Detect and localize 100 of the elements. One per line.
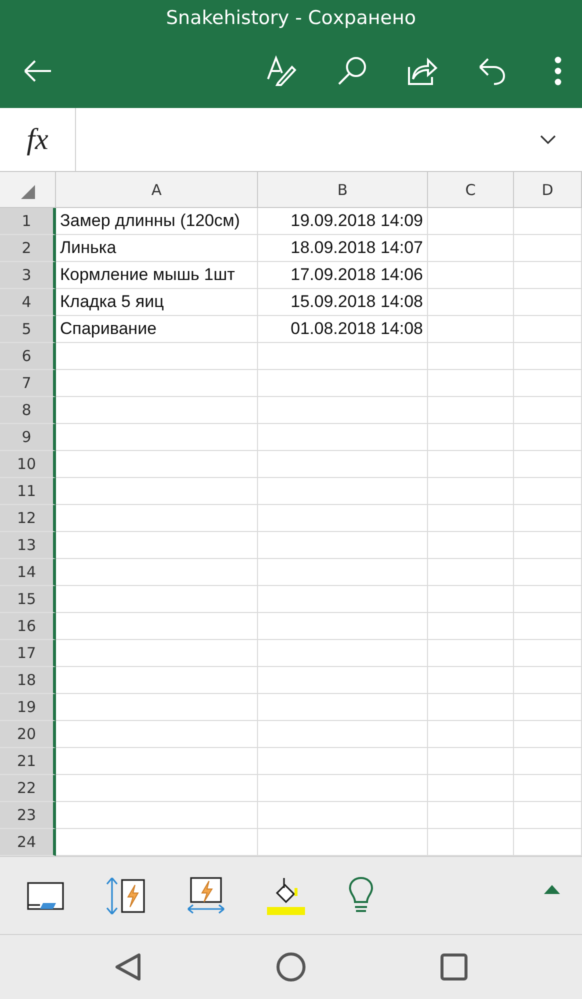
back-triangle-icon[interactable] bbox=[114, 952, 142, 982]
empty-cell[interactable] bbox=[428, 343, 514, 370]
empty-cell[interactable] bbox=[428, 424, 514, 451]
row-header[interactable]: 3 bbox=[0, 262, 56, 289]
table-cell[interactable]: Замер длинны (120см) bbox=[56, 208, 258, 235]
empty-cell[interactable] bbox=[428, 478, 514, 505]
empty-cell[interactable] bbox=[514, 775, 582, 802]
row-header[interactable]: 14 bbox=[0, 559, 56, 586]
row-header[interactable]: 23 bbox=[0, 802, 56, 829]
table-cell[interactable]: Кормление мышь 1шт bbox=[56, 262, 258, 289]
empty-cell[interactable] bbox=[514, 586, 582, 613]
empty-cell[interactable] bbox=[514, 316, 582, 343]
row-header[interactable]: 1 bbox=[0, 208, 56, 235]
row-header[interactable]: 16 bbox=[0, 613, 56, 640]
empty-cell[interactable] bbox=[428, 451, 514, 478]
row-header[interactable]: 12 bbox=[0, 505, 56, 532]
empty-cell[interactable] bbox=[514, 262, 582, 289]
empty-cell[interactable] bbox=[428, 721, 514, 748]
empty-cell[interactable] bbox=[258, 721, 428, 748]
recents-square-icon[interactable] bbox=[440, 953, 468, 981]
empty-cell[interactable] bbox=[258, 586, 428, 613]
empty-cell[interactable] bbox=[514, 235, 582, 262]
row-header[interactable]: 21 bbox=[0, 748, 56, 775]
empty-cell[interactable] bbox=[428, 613, 514, 640]
empty-cell[interactable] bbox=[258, 424, 428, 451]
empty-cell[interactable] bbox=[514, 370, 582, 397]
table-cell[interactable]: 18.09.2018 14:07 bbox=[258, 235, 428, 262]
table-cell[interactable]: 01.08.2018 14:08 bbox=[258, 316, 428, 343]
column-header[interactable]: A bbox=[56, 172, 258, 207]
empty-cell[interactable] bbox=[514, 289, 582, 316]
empty-cell[interactable] bbox=[428, 802, 514, 829]
row-header[interactable]: 19 bbox=[0, 694, 56, 721]
empty-cell[interactable] bbox=[258, 370, 428, 397]
empty-cell[interactable] bbox=[428, 775, 514, 802]
empty-cell[interactable] bbox=[428, 262, 514, 289]
empty-cell[interactable] bbox=[514, 343, 582, 370]
table-cell[interactable]: 19.09.2018 14:09 bbox=[258, 208, 428, 235]
empty-cell[interactable] bbox=[258, 613, 428, 640]
empty-cell[interactable] bbox=[258, 748, 428, 775]
empty-cell[interactable] bbox=[428, 694, 514, 721]
more-menu-icon[interactable] bbox=[554, 54, 562, 86]
table-cell[interactable]: Кладка 5 яиц bbox=[56, 289, 258, 316]
empty-cell[interactable] bbox=[514, 802, 582, 829]
empty-cell[interactable] bbox=[258, 532, 428, 559]
empty-cell[interactable] bbox=[428, 559, 514, 586]
empty-cell[interactable] bbox=[258, 505, 428, 532]
empty-cell[interactable] bbox=[514, 613, 582, 640]
row-header[interactable]: 2 bbox=[0, 235, 56, 262]
column-header[interactable]: C bbox=[428, 172, 514, 207]
empty-cell[interactable] bbox=[258, 343, 428, 370]
row-header[interactable]: 24 bbox=[0, 829, 56, 856]
row-header[interactable]: 17 bbox=[0, 640, 56, 667]
empty-cell[interactable] bbox=[428, 370, 514, 397]
empty-cell[interactable] bbox=[514, 721, 582, 748]
select-all-triangle-icon[interactable] bbox=[20, 185, 34, 199]
empty-cell[interactable] bbox=[514, 694, 582, 721]
empty-cell[interactable] bbox=[514, 640, 582, 667]
empty-cell[interactable] bbox=[428, 316, 514, 343]
empty-cell[interactable] bbox=[514, 478, 582, 505]
row-header[interactable]: 9 bbox=[0, 424, 56, 451]
function-label[interactable]: fx bbox=[0, 108, 76, 171]
row-header[interactable]: 6 bbox=[0, 343, 56, 370]
table-cell[interactable]: Спаривание bbox=[56, 316, 258, 343]
empty-cell[interactable] bbox=[258, 559, 428, 586]
empty-cell[interactable] bbox=[514, 667, 582, 694]
row-header[interactable]: 22 bbox=[0, 775, 56, 802]
fill-bucket-icon[interactable] bbox=[266, 876, 306, 916]
column-header[interactable]: B bbox=[258, 172, 428, 207]
empty-cell[interactable] bbox=[514, 451, 582, 478]
empty-cell[interactable] bbox=[428, 640, 514, 667]
row-header[interactable]: 10 bbox=[0, 451, 56, 478]
empty-cell[interactable] bbox=[258, 451, 428, 478]
table-cell[interactable]: 17.09.2018 14:06 bbox=[258, 262, 428, 289]
empty-cell[interactable] bbox=[428, 748, 514, 775]
empty-cell[interactable] bbox=[428, 208, 514, 235]
row-header[interactable]: 13 bbox=[0, 532, 56, 559]
empty-cell[interactable] bbox=[514, 748, 582, 775]
empty-cell[interactable] bbox=[258, 640, 428, 667]
home-circle-icon[interactable] bbox=[275, 951, 307, 983]
empty-cell[interactable] bbox=[258, 397, 428, 424]
cell-border-icon[interactable] bbox=[26, 880, 66, 912]
row-header[interactable]: 8 bbox=[0, 397, 56, 424]
empty-cell[interactable] bbox=[428, 289, 514, 316]
empty-cell[interactable] bbox=[514, 397, 582, 424]
expand-triangle-icon[interactable] bbox=[544, 884, 560, 894]
empty-cell[interactable] bbox=[514, 559, 582, 586]
column-header[interactable]: D bbox=[514, 172, 582, 207]
chevron-down-icon[interactable] bbox=[540, 134, 556, 144]
empty-cell[interactable] bbox=[428, 397, 514, 424]
row-header[interactable]: 7 bbox=[0, 370, 56, 397]
empty-cell[interactable] bbox=[514, 505, 582, 532]
row-header[interactable]: 18 bbox=[0, 667, 56, 694]
empty-cell[interactable] bbox=[428, 532, 514, 559]
empty-cell[interactable] bbox=[428, 235, 514, 262]
empty-cell[interactable] bbox=[258, 694, 428, 721]
row-header[interactable]: 4 bbox=[0, 289, 56, 316]
row-header[interactable]: 11 bbox=[0, 478, 56, 505]
empty-cell[interactable] bbox=[514, 208, 582, 235]
empty-cell[interactable] bbox=[428, 586, 514, 613]
empty-cell[interactable] bbox=[428, 667, 514, 694]
